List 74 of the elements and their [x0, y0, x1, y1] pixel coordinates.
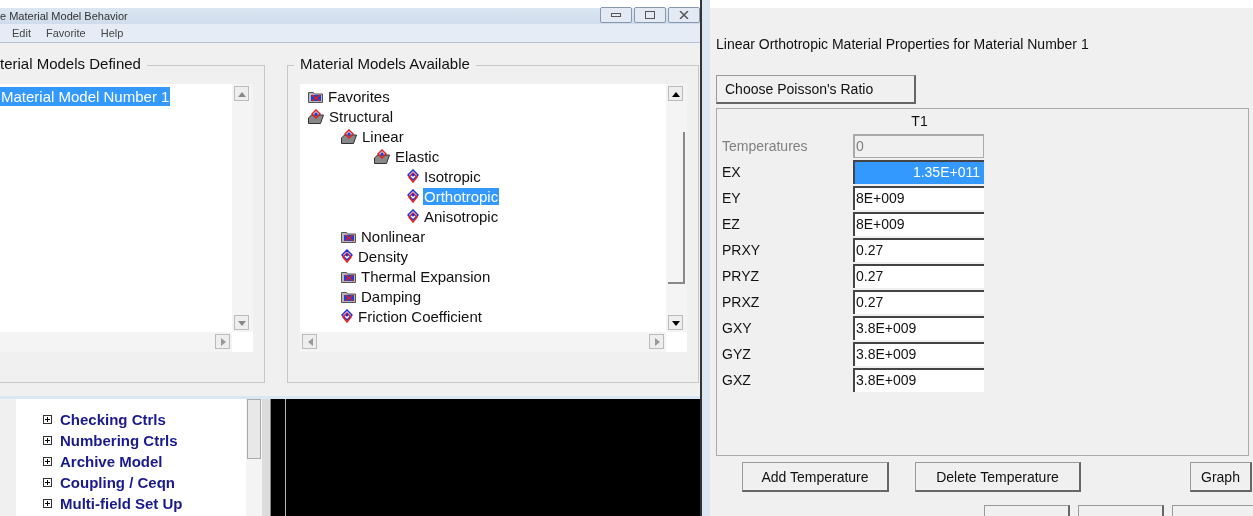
property-label: Temperatures — [722, 138, 809, 154]
open-folder-icon — [308, 108, 324, 124]
menu-item[interactable]: Favorite — [45, 27, 86, 39]
property-label: EY — [722, 190, 742, 206]
expand-icon[interactable] — [43, 457, 52, 466]
tree-item[interactable]: Isotropic — [423, 167, 482, 185]
splitter-bar[interactable] — [262, 399, 271, 516]
scroll-down-icon[interactable] — [668, 315, 683, 330]
open-folder-icon — [374, 148, 390, 164]
group-title: terial Models Defined — [0, 55, 147, 72]
add-temperature-button[interactable]: Add Temperature — [742, 462, 889, 492]
folder-icon — [341, 269, 356, 283]
delete-temperature-button[interactable]: Delete Temperature — [915, 462, 1081, 492]
maximize-icon[interactable] — [634, 7, 666, 23]
tree-item[interactable]: Thermal Expansion — [360, 267, 492, 285]
tree-item[interactable]: Anisotropic — [423, 207, 500, 225]
dialog-button[interactable] — [984, 505, 1070, 516]
property-label: EX — [722, 164, 742, 180]
folder-icon — [341, 289, 356, 303]
horizontal-scrollbar[interactable] — [0, 332, 232, 352]
vertical-scrollbar[interactable] — [246, 399, 262, 516]
value-field[interactable]: 3.8E+009 — [853, 368, 984, 392]
tree-item[interactable]: Damping — [360, 287, 423, 305]
property-label: PRXZ — [722, 294, 761, 310]
value-field[interactable]: 8E+009 — [853, 186, 984, 210]
tree-item[interactable]: Multi-field Set Up — [60, 495, 183, 512]
value-field[interactable]: 3.8E+009 — [853, 342, 984, 366]
value-field[interactable]: 0.27 — [853, 290, 984, 314]
value-field[interactable]: 0.27 — [853, 264, 984, 288]
property-label: EZ — [722, 216, 741, 232]
property-label: PRXY — [722, 242, 762, 258]
choose-poisson-button[interactable]: Choose Poisson's Ratio — [716, 75, 916, 104]
property-label: GXZ — [722, 372, 752, 388]
graph-button[interactable]: Graph — [1190, 462, 1252, 492]
open-folder-icon — [341, 128, 357, 144]
dialog-button[interactable] — [1078, 505, 1164, 516]
dialog-heading: Linear Orthotropic Material Properties for Material Number 1 — [716, 36, 1090, 52]
value-field[interactable]: 3.8E+009 — [853, 316, 984, 340]
minimize-icon[interactable] — [600, 7, 632, 23]
folder-icon — [341, 229, 356, 243]
expand-icon[interactable] — [43, 478, 52, 487]
tree-item[interactable]: Checking Ctrls — [60, 411, 166, 428]
tree-item[interactable]: Linear — [361, 127, 405, 145]
tree-item[interactable]: Coupling / Ceqn — [60, 474, 175, 491]
property-label: GYZ — [722, 346, 752, 362]
diamond-icon — [341, 309, 353, 323]
tree-item[interactable]: Elastic — [394, 147, 441, 165]
group-title: Material Models Available — [294, 55, 476, 72]
menu-item[interactable]: Edit — [12, 27, 31, 39]
tree-item[interactable]: Nonlinear — [360, 227, 427, 245]
close-icon[interactable] — [668, 7, 700, 23]
column-header: T1 — [910, 113, 929, 131]
expand-icon[interactable] — [43, 499, 52, 508]
diamond-icon — [407, 209, 419, 223]
tree-item[interactable]: Density — [357, 247, 410, 265]
tree-item[interactable]: Structural — [328, 107, 395, 125]
property-label: PRYZ — [722, 268, 761, 284]
diamond-icon — [407, 189, 419, 203]
expand-icon[interactable] — [43, 415, 52, 424]
diamond-icon — [341, 249, 353, 263]
expand-icon[interactable] — [43, 436, 52, 445]
diamond-icon — [407, 169, 419, 183]
value-field[interactable]: 8E+009 — [853, 212, 984, 236]
menu-item[interactable]: Help — [100, 27, 124, 39]
value-field[interactable]: 0.27 — [853, 238, 984, 262]
scroll-up-icon[interactable] — [668, 86, 683, 101]
folder-icon — [308, 89, 323, 103]
property-label: GXY — [722, 320, 753, 336]
tree-item[interactable]: Friction Coefficient — [357, 307, 483, 325]
vertical-scrollbar[interactable] — [666, 84, 687, 332]
window-title: e Material Model Behavior — [0, 10, 128, 22]
tree-item[interactable]: Favorites — [327, 87, 391, 105]
tree-item[interactable]: Numbering Ctrls — [60, 432, 178, 449]
tree-item[interactable]: Archive Model — [60, 453, 163, 470]
